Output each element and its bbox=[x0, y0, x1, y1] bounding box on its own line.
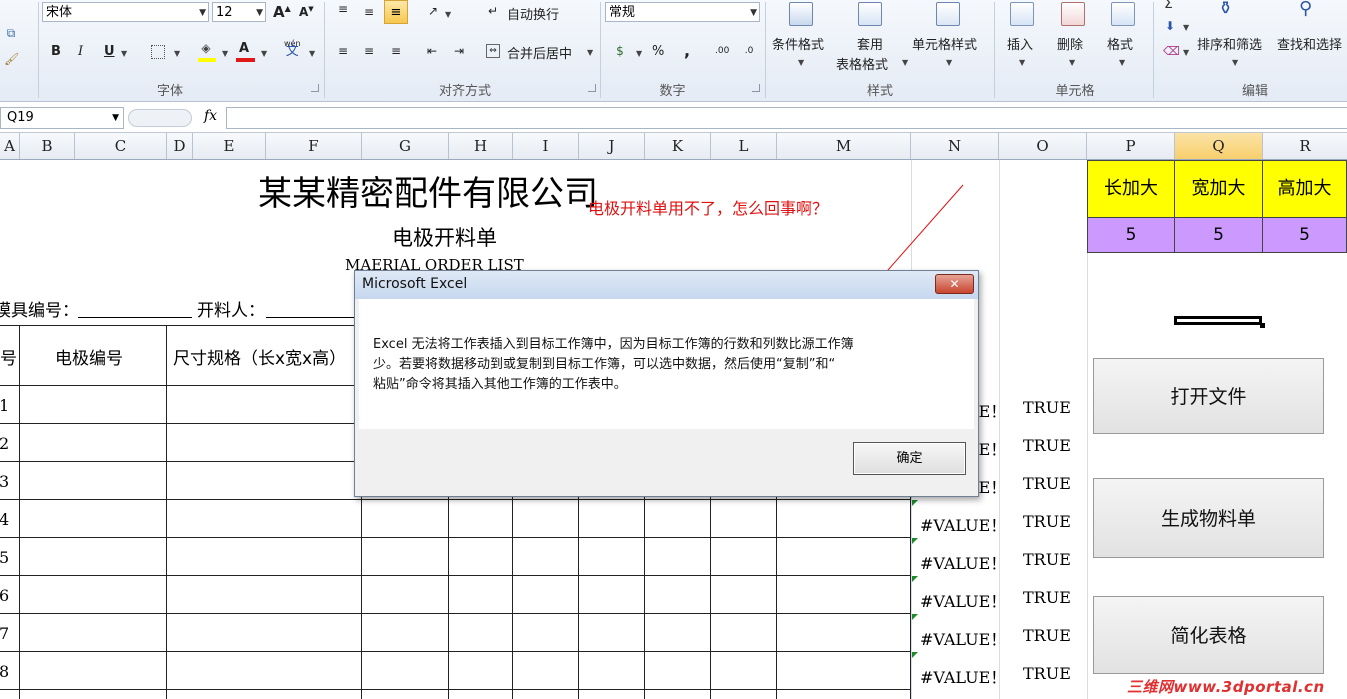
ok-button[interactable]: 确定 bbox=[853, 442, 966, 475]
close-icon[interactable]: ✕ bbox=[935, 274, 974, 294]
error-dialog: Microsoft Excel ✕ Excel 无法将工作表插入到目标工作簿中，… bbox=[354, 270, 979, 497]
dialog-message-area: Excel 无法将工作表插入到目标工作簿中，因为目标工作簿的行数和列数比源工作簿… bbox=[359, 299, 974, 429]
watermark: 三维网www.3dportal.cn bbox=[1127, 678, 1325, 696]
dialog-message: Excel 无法将工作表插入到目标工作簿中，因为目标工作簿的行数和列数比源工作簿… bbox=[373, 337, 854, 392]
dialog-title: Microsoft Excel bbox=[362, 276, 468, 292]
dialog-titlebar[interactable]: Microsoft Excel ✕ bbox=[355, 271, 978, 299]
